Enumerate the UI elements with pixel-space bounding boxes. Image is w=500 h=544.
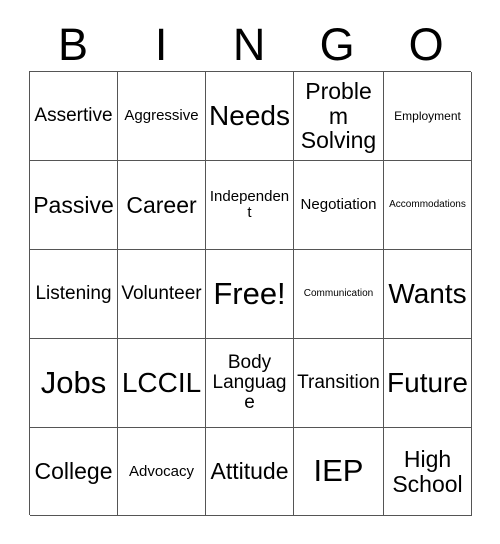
bingo-cell-label: Volunteer xyxy=(121,282,202,304)
bingo-cell[interactable]: Negotiation xyxy=(294,161,384,250)
bingo-cell-label: Body Language xyxy=(212,351,287,414)
bingo-cell[interactable]: Transition xyxy=(294,339,384,428)
bingo-cell-label: Listening xyxy=(35,282,112,304)
bingo-cell[interactable]: Advocacy xyxy=(118,428,206,516)
bingo-cell[interactable]: Problem Solving xyxy=(294,72,384,161)
bingo-cell[interactable]: IEP xyxy=(294,428,384,516)
bingo-cell-label: Employment xyxy=(394,108,461,123)
bingo-cell[interactable]: Assertive xyxy=(30,72,118,161)
bingo-cell-label: Wants xyxy=(388,278,467,310)
bingo-cell-label: Jobs xyxy=(40,364,107,400)
bingo-cell[interactable]: Future xyxy=(384,339,472,428)
bingo-cell-label: Negotiation xyxy=(300,196,377,214)
bingo-cell[interactable]: Career xyxy=(118,161,206,250)
bingo-cell-label: LCCIL xyxy=(121,367,202,399)
bingo-cell[interactable]: LCCIL xyxy=(118,339,206,428)
bingo-cell[interactable]: Passive xyxy=(30,161,118,250)
bingo-cell[interactable]: Accommodations xyxy=(384,161,472,250)
bingo-cell-label: Needs xyxy=(209,100,290,132)
bingo-header-letter-n: N xyxy=(232,19,266,70)
bingo-cell-label: Passive xyxy=(33,191,114,218)
bingo-cell-label: Advocacy xyxy=(128,462,195,480)
bingo-cell[interactable]: High School xyxy=(384,428,472,516)
bingo-card: B I N G O Assertive Aggressive Needs Proble… xyxy=(0,0,500,544)
bingo-cell[interactable]: Body Language xyxy=(206,339,294,428)
bingo-cell-label: Accommodations xyxy=(389,198,466,210)
bingo-cell[interactable]: Attitude xyxy=(206,428,294,516)
bingo-cell[interactable]: Independent xyxy=(206,161,294,250)
bingo-cell-label: Attitude xyxy=(210,458,289,485)
bingo-header-letter-o: O xyxy=(408,19,444,70)
bingo-cell[interactable]: Communication xyxy=(294,250,384,339)
bingo-cell[interactable]: Employment xyxy=(384,72,472,161)
bingo-cell-label: Future xyxy=(387,367,468,399)
bingo-free-space[interactable]: Free! xyxy=(206,250,294,339)
bingo-header-letter-b: B xyxy=(58,19,89,70)
bingo-grid: Assertive Aggressive Needs Problem Solving E… xyxy=(29,71,472,516)
bingo-header-letter-g: G xyxy=(319,19,355,70)
bingo-cell-label: IEP xyxy=(313,453,364,489)
bingo-header-letter-i: I xyxy=(154,19,168,70)
bingo-cell-label: Free! xyxy=(213,275,286,311)
bingo-cell-label: Independent xyxy=(209,188,290,221)
bingo-header-row: B I N G O xyxy=(29,16,471,68)
bingo-cell-label: Career xyxy=(126,191,197,218)
bingo-cell-label: Problem Solving xyxy=(300,78,377,154)
bingo-cell[interactable]: Listening xyxy=(30,250,118,339)
bingo-cell[interactable]: Volunteer xyxy=(118,250,206,339)
bingo-cell[interactable]: Wants xyxy=(384,250,472,339)
bingo-cell-label: Aggressive xyxy=(124,107,199,125)
bingo-cell-label: College xyxy=(34,458,113,485)
bingo-cell-label: Transition xyxy=(297,371,380,393)
bingo-cell[interactable]: Needs xyxy=(206,72,294,161)
bingo-cell[interactable]: Jobs xyxy=(30,339,118,428)
bingo-cell[interactable]: College xyxy=(30,428,118,516)
bingo-cell-label: Assertive xyxy=(34,104,113,126)
bingo-cell[interactable]: Aggressive xyxy=(118,72,206,161)
bingo-cell-label: Communication xyxy=(303,287,374,299)
bingo-cell-label: High School xyxy=(392,446,463,497)
